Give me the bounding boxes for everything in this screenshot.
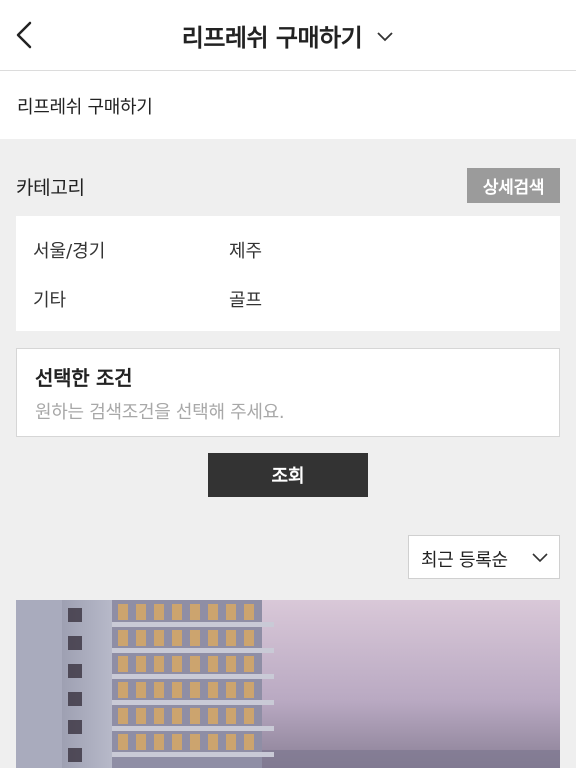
building-photo: [16, 600, 560, 768]
chevron-down-icon: [532, 553, 548, 563]
selected-conditions-placeholder: 원하는 검색조건을 선택해 주세요.: [35, 402, 285, 423]
title-dropdown[interactable]: 리프레쉬 구매하기: [0, 0, 576, 70]
category-label: 카테고리: [16, 177, 85, 199]
category-item-jeju[interactable]: 제주: [229, 237, 262, 263]
category-list: 서울/경기 제주 기타 골프: [16, 216, 560, 331]
page-title: 리프레쉬 구매하기: [181, 23, 363, 52]
selected-conditions-panel: 선택한 조건 원하는 검색조건을 선택해 주세요.: [16, 348, 560, 437]
search-button[interactable]: 조회: [208, 453, 368, 497]
sort-select[interactable]: 최근 등록순: [408, 535, 560, 579]
category-item-etc[interactable]: 기타: [33, 286, 66, 312]
breadcrumb: 리프레쉬 구매하기: [0, 71, 576, 139]
category-item-seoul-gyeonggi[interactable]: 서울/경기: [33, 237, 105, 263]
detail-search-button[interactable]: 상세검색: [467, 168, 560, 203]
sort-selected-label: 최근 등록순: [421, 550, 508, 571]
app-header: 리프레쉬 구매하기: [0, 0, 576, 71]
breadcrumb-label: 리프레쉬 구매하기: [17, 97, 153, 118]
category-item-golf[interactable]: 골프: [229, 286, 262, 312]
listing-photo[interactable]: [16, 600, 560, 768]
chevron-down-icon: [377, 31, 393, 41]
selected-conditions-title: 선택한 조건: [35, 366, 133, 390]
